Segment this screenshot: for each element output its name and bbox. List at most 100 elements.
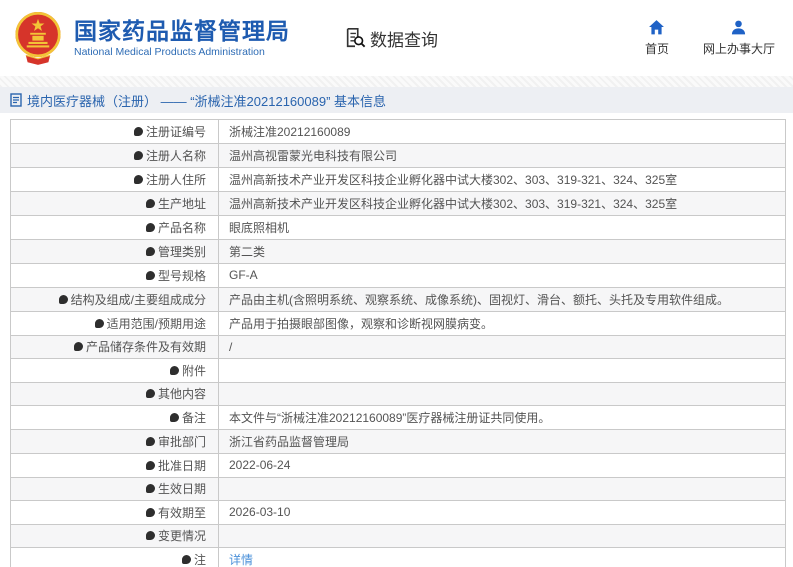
org-name-en: National Medical Products Administration — [74, 46, 290, 58]
row-label-cell: 注册人名称 — [11, 144, 219, 167]
table-row: 备注 本文件与“浙械注准20212160089”医疗器械注册证共同使用。 — [11, 406, 785, 430]
nav-service-hall-label: 网上办事大厅 — [703, 40, 775, 57]
home-icon — [648, 19, 665, 36]
table-row: 生效日期 — [11, 478, 785, 502]
note-icon — [146, 461, 155, 470]
document-search-icon — [344, 27, 366, 49]
note-icon — [59, 295, 68, 304]
table-row: 有效期至 2026-03-10 — [11, 501, 785, 525]
note-icon — [146, 508, 155, 517]
row-label: 附件 — [182, 362, 206, 379]
row-label-cell: 有效期至 — [11, 501, 219, 524]
note-icon — [182, 555, 191, 564]
national-emblem-logo — [12, 10, 64, 66]
note-icon — [146, 437, 155, 446]
row-label-cell: 生效日期 — [11, 478, 219, 501]
row-label: 管理类别 — [158, 243, 206, 260]
table-row: 批准日期 2022-06-24 — [11, 454, 785, 478]
row-label-cell: 生产地址 — [11, 192, 219, 215]
table-row: 产品储存条件及有效期 / — [11, 336, 785, 360]
row-label-cell: 注 — [11, 548, 219, 567]
table-row: 附件 — [11, 359, 785, 383]
row-label: 适用范围/预期用途 — [107, 315, 206, 332]
row-label-cell: 结构及组成/主要组成成分 — [11, 288, 219, 311]
row-label: 有效期至 — [158, 504, 206, 521]
row-value: 温州高视雷蒙光电科技有限公司 — [219, 144, 785, 167]
row-value: 温州高新技术产业开发区科技企业孵化器中试大楼302、303、319-321、32… — [219, 192, 785, 215]
user-icon — [730, 19, 747, 36]
note-icon — [134, 175, 143, 184]
table-row: 型号规格 GF-A — [11, 264, 785, 288]
row-label-cell: 备注 — [11, 406, 219, 429]
row-label-cell: 变更情况 — [11, 525, 219, 548]
row-label: 备注 — [182, 409, 206, 426]
note-icon — [146, 389, 155, 398]
table-row: 其他内容 — [11, 383, 785, 407]
row-label-cell: 其他内容 — [11, 383, 219, 406]
note-icon — [146, 223, 155, 232]
row-value: 浙江省药品监督管理局 — [219, 430, 785, 453]
row-label: 注册人住所 — [146, 171, 206, 188]
note-icon — [74, 342, 83, 351]
row-value: 本文件与“浙械注准20212160089”医疗器械注册证共同使用。 — [219, 406, 785, 429]
row-label: 其他内容 — [158, 385, 206, 402]
row-label-cell: 附件 — [11, 359, 219, 382]
info-table: 注册证编号 浙械注准20212160089 注册人名称 温州高视雷蒙光电科技有限… — [10, 119, 786, 567]
row-label-cell: 适用范围/预期用途 — [11, 312, 219, 335]
row-value: 2022-06-24 — [219, 454, 785, 477]
row-value: 眼底照相机 — [219, 216, 785, 239]
row-value: 2026-03-10 — [219, 501, 785, 524]
detail-link[interactable]: 详情 — [229, 551, 253, 567]
data-query-link[interactable]: 数据查询 — [344, 26, 438, 51]
row-label: 注册人名称 — [146, 147, 206, 164]
nav-home-label: 首页 — [645, 40, 669, 57]
note-icon — [146, 484, 155, 493]
striped-divider-band — [0, 76, 793, 87]
row-label-cell: 型号规格 — [11, 264, 219, 287]
table-row: 注册人名称 温州高视雷蒙光电科技有限公司 — [11, 144, 785, 168]
note-icon — [95, 319, 104, 328]
row-label: 结构及组成/主要组成成分 — [71, 291, 206, 308]
row-value: 详情 — [219, 548, 785, 567]
row-label: 产品名称 — [158, 219, 206, 236]
row-label: 生效日期 — [158, 480, 206, 497]
table-row: 适用范围/预期用途 产品用于拍摄眼部图像，观察和诊断视网膜病变。 — [11, 312, 785, 336]
row-label-cell: 注册证编号 — [11, 120, 219, 143]
note-icon — [170, 366, 179, 375]
nav-item-service-hall[interactable]: 网上办事大厅 — [703, 19, 775, 57]
row-value — [219, 359, 785, 382]
row-label-cell: 产品名称 — [11, 216, 219, 239]
row-value — [219, 383, 785, 406]
table-row: 产品名称 眼底照相机 — [11, 216, 785, 240]
row-value — [219, 478, 785, 501]
document-icon — [10, 93, 22, 107]
row-value: 第二类 — [219, 240, 785, 263]
note-icon — [146, 271, 155, 280]
row-value: 产品由主机(含照明系统、观察系统、成像系统)、固视灯、滑台、额托、头托及专用软件… — [219, 288, 785, 311]
org-name-cn: 国家药品监督管理局 — [74, 18, 290, 44]
row-value: 温州高新技术产业开发区科技企业孵化器中试大楼302、303、319-321、32… — [219, 168, 785, 191]
row-value: / — [219, 336, 785, 359]
table-row: 结构及组成/主要组成成分 产品由主机(含照明系统、观察系统、成像系统)、固视灯、… — [11, 288, 785, 312]
note-icon — [170, 413, 179, 422]
nav-item-home[interactable]: 首页 — [645, 19, 669, 57]
row-value: GF-A — [219, 264, 785, 287]
note-icon — [146, 199, 155, 208]
note-icon — [146, 531, 155, 540]
row-label-cell: 管理类别 — [11, 240, 219, 263]
table-row: 注册人住所 温州高新技术产业开发区科技企业孵化器中试大楼302、303、319-… — [11, 168, 785, 192]
row-label-cell: 批准日期 — [11, 454, 219, 477]
site-header: 国家药品监督管理局 National Medical Products Admi… — [0, 0, 793, 76]
note-icon — [146, 247, 155, 256]
row-label-cell: 产品储存条件及有效期 — [11, 336, 219, 359]
row-value: 产品用于拍摄眼部图像，观察和诊断视网膜病变。 — [219, 312, 785, 335]
data-query-label: 数据查询 — [370, 26, 438, 51]
row-label: 变更情况 — [158, 527, 206, 544]
row-value: 浙械注准20212160089 — [219, 120, 785, 143]
table-row: 管理类别 第二类 — [11, 240, 785, 264]
header-nav: 首页 网上办事大厅 — [645, 19, 779, 57]
table-row: 变更情况 — [11, 525, 785, 549]
note-icon — [134, 151, 143, 160]
org-title-block: 国家药品监督管理局 National Medical Products Admi… — [74, 18, 290, 58]
table-row: 生产地址 温州高新技术产业开发区科技企业孵化器中试大楼302、303、319-3… — [11, 192, 785, 216]
